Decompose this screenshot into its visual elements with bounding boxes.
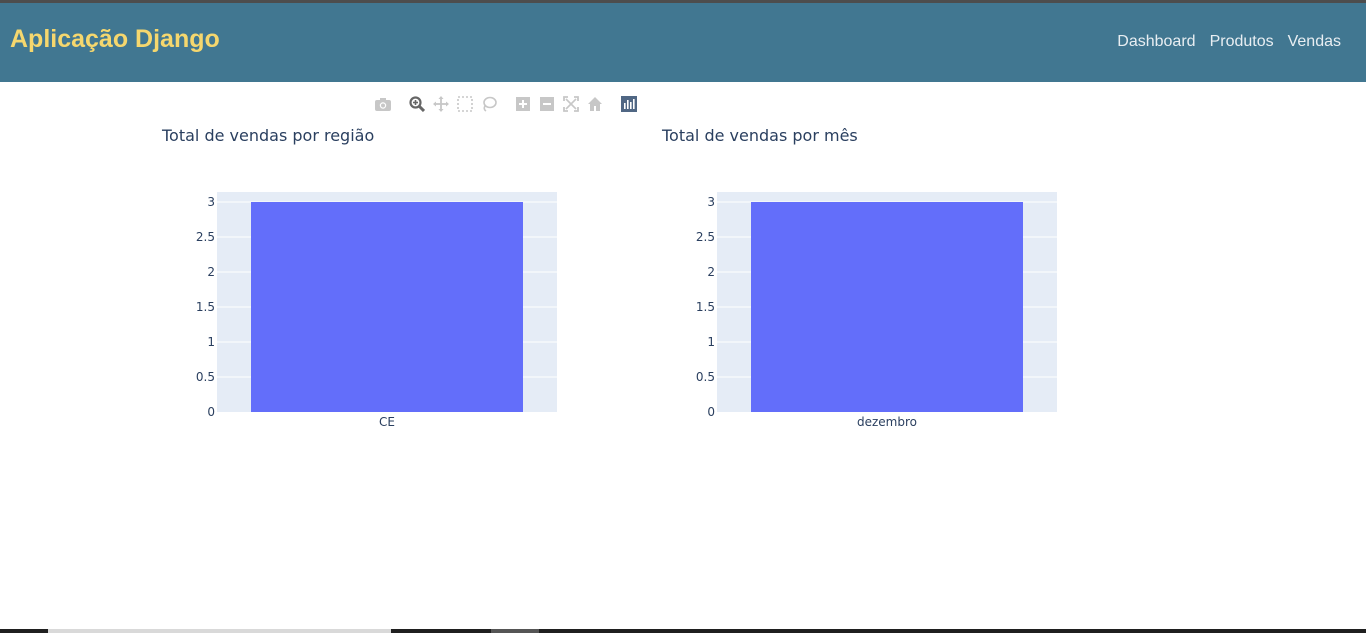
nav-link-dashboard[interactable]: Dashboard (1117, 33, 1195, 51)
zoom-out-icon[interactable] (538, 95, 556, 113)
chart-vendas-por-mes: Total de vendas por mês 0 0.5 1 1.5 2 2.5 3 de… (655, 120, 1115, 450)
camera-icon[interactable] (374, 95, 392, 113)
bar[interactable] (751, 202, 1023, 412)
nav-link-produtos[interactable]: Produtos (1210, 33, 1274, 51)
x-tick-label: dezembro (857, 415, 917, 429)
y-tick-label: 1 (207, 335, 215, 349)
bar[interactable] (251, 202, 523, 412)
navbar: Aplicação Django Dashboard Produtos Vend… (0, 3, 1366, 82)
autoscale-icon[interactable] (562, 95, 580, 113)
reset-axes-icon[interactable] (586, 95, 604, 113)
chart-title: Total de vendas por mês (661, 126, 858, 145)
y-tick-label: 1.5 (696, 300, 715, 314)
y-axis-ticks: 0 0.5 1 1.5 2 2.5 3 (696, 195, 715, 419)
y-tick-label: 3 (207, 195, 215, 209)
y-tick-label: 2 (207, 265, 215, 279)
y-tick-label: 2.5 (696, 230, 715, 244)
taskbar-active-window[interactable] (48, 629, 391, 633)
lasso-select-icon[interactable] (480, 95, 498, 113)
chart-vendas-por-regiao: Total de vendas por região 0 0.5 1 1.5 2 2.5 3… (155, 120, 615, 450)
pan-icon[interactable] (432, 95, 450, 113)
y-tick-label: 3 (707, 195, 715, 209)
zoom-icon[interactable] (408, 95, 426, 113)
x-axis-ticks: CE (379, 415, 395, 429)
chart-svg-mes: Total de vendas por mês 0 0.5 1 1.5 2 2.5 3 de… (661, 126, 1057, 429)
y-tick-label: 0 (207, 405, 215, 419)
bars (751, 202, 1023, 412)
y-tick-label: 0.5 (696, 370, 715, 384)
y-tick-label: 1 (707, 335, 715, 349)
taskbar-item[interactable] (491, 629, 539, 633)
y-tick-label: 0.5 (196, 370, 215, 384)
x-axis-ticks: dezembro (857, 415, 917, 429)
y-tick-label: 2 (707, 265, 715, 279)
nav-links: Dashboard Produtos Vendas (1117, 33, 1341, 51)
zoom-in-icon[interactable] (514, 95, 532, 113)
x-tick-label: CE (379, 415, 395, 429)
chart-title: Total de vendas por região (161, 126, 374, 145)
bars (251, 202, 523, 412)
chart-svg-regiao: Total de vendas por região 0 0.5 1 1.5 2 2.5 3… (161, 126, 557, 429)
box-select-icon[interactable] (456, 95, 474, 113)
plotly-logo-icon[interactable] (620, 95, 638, 113)
nav-link-vendas[interactable]: Vendas (1288, 33, 1341, 51)
y-tick-label: 2.5 (196, 230, 215, 244)
brand-title[interactable]: Aplicação Django (10, 25, 220, 54)
chart-modebar (374, 95, 644, 113)
y-tick-label: 1.5 (196, 300, 215, 314)
y-tick-label: 0 (707, 405, 715, 419)
y-axis-ticks: 0 0.5 1 1.5 2 2.5 3 (196, 195, 215, 419)
